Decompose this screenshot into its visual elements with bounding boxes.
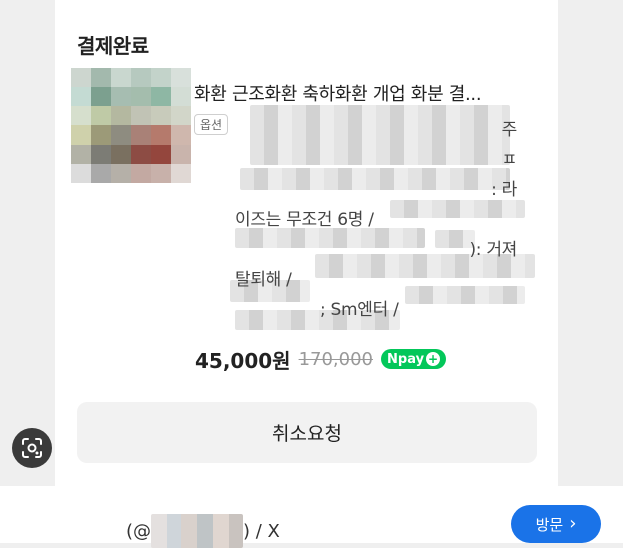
option-badge: 옵션 (194, 114, 229, 135)
npay-badge: Npay + (381, 349, 447, 369)
lens-icon[interactable] (12, 428, 52, 468)
plus-icon: + (426, 352, 441, 366)
option-line: : 라 (491, 180, 517, 200)
option-line: ㅍ (501, 150, 518, 170)
account-prefix: (@ (126, 520, 152, 542)
product-thumbnail[interactable] (71, 68, 191, 183)
option-line: ): 거져 (469, 240, 517, 260)
option-line: 탈퇴해 / (235, 270, 292, 290)
npay-label: Npay (387, 351, 425, 367)
account-suffix: ) / X (243, 520, 280, 542)
option-line: ; Sm엔터 / (320, 300, 399, 320)
price-row: 45,000원 170,000 Npay + (195, 345, 447, 373)
option-line: 주 (501, 120, 518, 140)
order-status: 결제완료 (77, 34, 149, 58)
sale-price: 45,000원 (195, 348, 291, 373)
cancel-request-button[interactable]: 취소요청 (77, 402, 537, 463)
option-line: 이즈는 무조건 6명 / (235, 210, 374, 230)
option-text: 주 ㅍ : 라 이즈는 무조건 6명 / ): 거져 탈퇴해 / ; Sm엔터 … (235, 115, 535, 355)
original-price: 170,000 (298, 348, 374, 370)
chevron-right-icon: › (569, 513, 577, 534)
visit-label: 방문 (535, 515, 564, 534)
visit-button[interactable]: 방문 › (511, 505, 601, 543)
product-title[interactable]: 화환 근조화환 축하화환 개업 화분 결... (194, 80, 482, 106)
